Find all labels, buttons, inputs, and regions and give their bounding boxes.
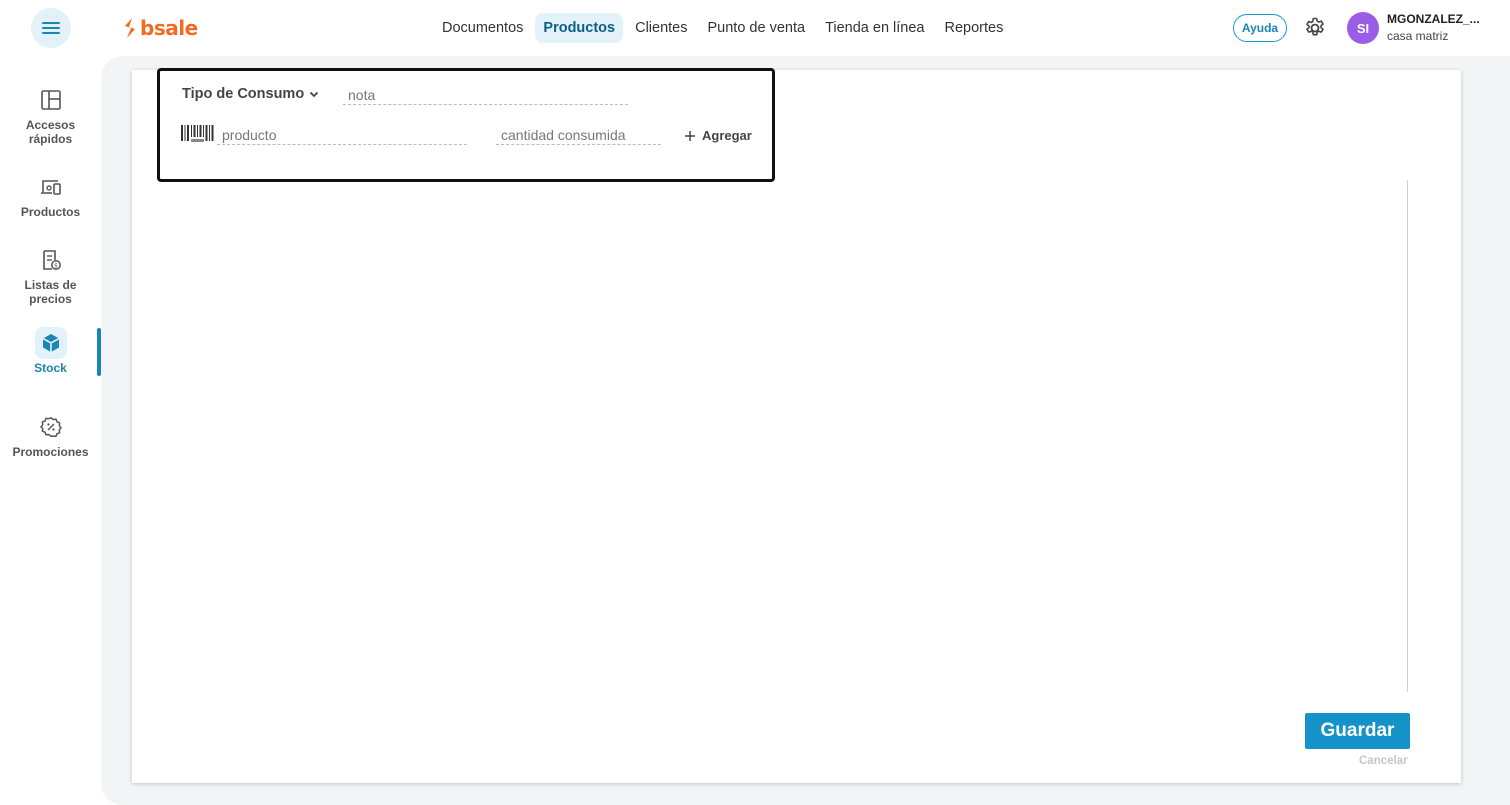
nav-tienda-en-linea[interactable]: Tienda en línea (817, 13, 932, 43)
sidebar-item-stock[interactable]: Stock (0, 327, 101, 375)
nota-input[interactable] (343, 85, 628, 105)
nav-reportes[interactable]: Reportes (937, 13, 1012, 43)
plus-icon (685, 130, 695, 141)
help-button[interactable]: Ayuda (1233, 14, 1287, 42)
sidebar-item-label: Accesos rápidos (25, 118, 76, 146)
discount-icon (35, 411, 67, 443)
sidebar-item-label: Stock (34, 361, 67, 375)
nav-punto-de-venta[interactable]: Punto de venta (700, 13, 814, 43)
sidebar-item-label: Productos (20, 205, 81, 219)
agregar-button[interactable]: Agregar (684, 128, 752, 143)
sidebar-item-label: Promociones (12, 445, 89, 459)
producto-input[interactable] (217, 125, 467, 145)
user-name[interactable]: MGONZALEZ_... (1387, 12, 1480, 26)
barcode-icon[interactable] (181, 125, 215, 145)
nav-productos[interactable]: Productos (535, 13, 624, 43)
price-list-icon: $ (35, 244, 67, 276)
menu-icon (42, 19, 60, 37)
chevron-down-icon (310, 91, 319, 98)
devices-icon (35, 171, 67, 203)
tipo-de-consumo-dropdown[interactable]: Tipo de Consumo (182, 86, 320, 102)
menu-button[interactable] (31, 8, 71, 48)
sidebar-item-label: Listas de precios (24, 278, 77, 306)
cantidad-consumida-input[interactable] (496, 125, 661, 145)
avatar[interactable]: SI (1347, 12, 1379, 44)
sidebar-item-listas-de-precios[interactable]: $ Listas de precios (0, 244, 101, 306)
svg-text:$: $ (54, 263, 58, 270)
nav-documentos[interactable]: Documentos (434, 13, 531, 43)
bsale-logo-mark-icon (125, 18, 135, 38)
sidebar-item-promociones[interactable]: Promociones (0, 411, 101, 459)
save-button[interactable]: Guardar (1305, 713, 1410, 749)
user-branch: casa matriz (1387, 29, 1449, 43)
bsale-logo[interactable]: bsale (123, 15, 198, 41)
sidebar-item-productos[interactable]: Productos (0, 171, 101, 219)
nav-clientes[interactable]: Clientes (627, 13, 695, 43)
box-icon (34, 327, 67, 359)
logo-text: bsale (140, 16, 198, 40)
cancel-link[interactable]: Cancelar (1359, 755, 1408, 767)
sidebar-item-accesos-rapidos[interactable]: Accesos rápidos (0, 84, 101, 146)
vertical-divider (1407, 180, 1408, 692)
main-nav: Documentos Productos Clientes Punto de v… (434, 12, 1015, 44)
gear-icon[interactable] (1303, 16, 1327, 40)
layout-icon (35, 84, 67, 116)
agregar-label: Agregar (702, 128, 752, 143)
sidebar: Accesos rápidos Productos $ Listas de pr… (0, 56, 101, 805)
top-bar: bsale Documentos Productos Clientes Punt… (0, 0, 1510, 56)
tipo-label: Tipo de Consumo (182, 86, 305, 102)
